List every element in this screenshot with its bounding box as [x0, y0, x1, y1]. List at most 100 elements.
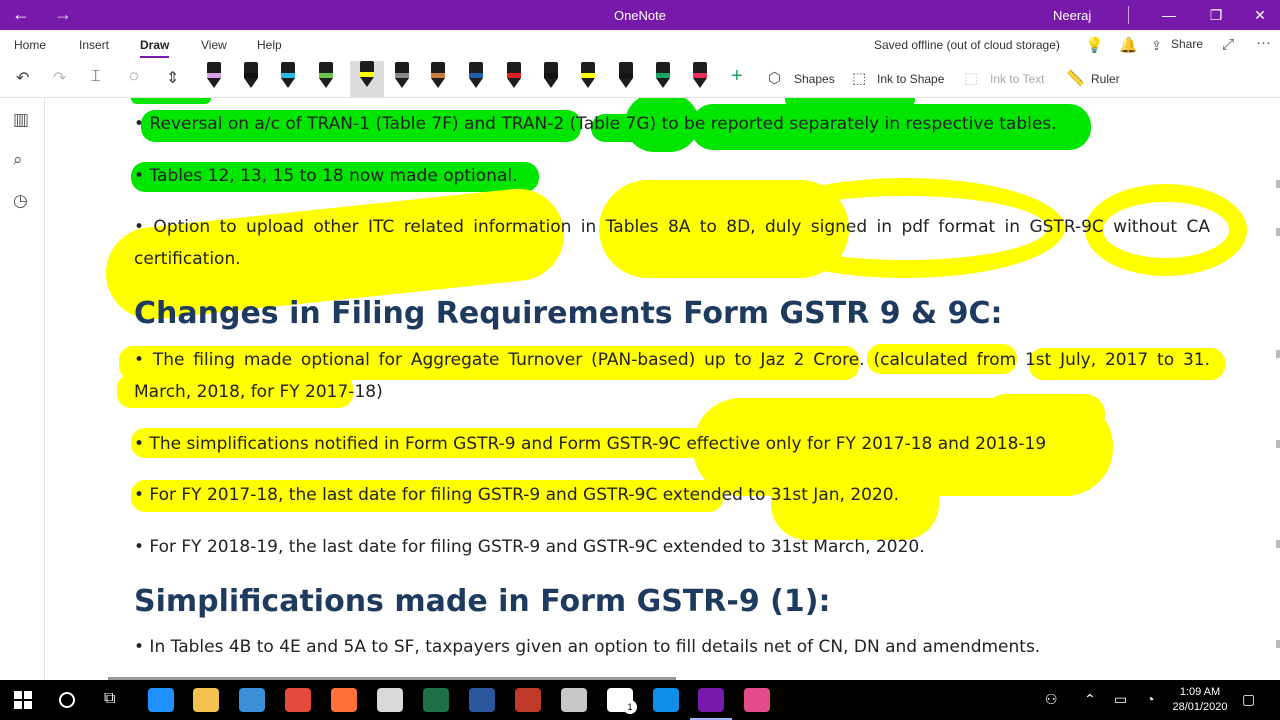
tab-view[interactable]: View [201, 38, 227, 52]
bullet-text: • Reversal on a/c of TRAN-1 (Table 7F) a… [134, 114, 1057, 134]
pen-8-icon[interactable] [466, 62, 486, 94]
app-red-icon[interactable] [515, 688, 541, 712]
tab-draw[interactable]: Draw [140, 38, 170, 58]
cortana-icon[interactable] [59, 692, 75, 708]
section-heading: Changes in Filing Requirements Form GSTR… [134, 296, 1003, 331]
notifications-icon[interactable]: ▢ [1242, 691, 1255, 708]
title-bar: ← → OneNote Neeraj — ❐ ✕ [0, 0, 1280, 30]
bullet-text: • The filing made optional for Aggregate… [134, 350, 1210, 370]
ribbon-tabs: Home Insert Draw View Help Saved offline… [0, 30, 1280, 60]
bullet-text: • For FY 2018-19, the last date for fili… [134, 537, 925, 557]
ruler-icon[interactable]: 📏 [1066, 69, 1085, 87]
expand-icon[interactable]: ⤢ [1222, 36, 1234, 53]
add-space-icon[interactable]: ⇕ [166, 68, 179, 88]
redo-icon: ↷ [53, 70, 67, 87]
bullet-text: • Tables 12, 13, 15 to 18 now made optio… [134, 166, 518, 186]
scroll-marker [1276, 540, 1280, 548]
share-icon[interactable]: ⇪ [1151, 38, 1162, 54]
green-ink-stroke [131, 98, 211, 104]
battery-icon[interactable]: ▭ [1114, 691, 1127, 708]
notebooks-icon[interactable]: ▥ [13, 110, 29, 130]
pen-2-icon[interactable] [241, 62, 261, 94]
word-icon[interactable] [469, 688, 495, 712]
page-canvas[interactable]: • Reversal on a/c of TRAN-1 (Table 7F) a… [45, 98, 1275, 680]
clock-time: 1:09 AM [1179, 686, 1221, 698]
type-select-icon[interactable]: ⌶ [91, 68, 101, 86]
ink-to-text-button: Ink to Text [990, 72, 1045, 86]
pen-12-icon[interactable] [616, 62, 636, 94]
search-icon[interactable]: ⌕ [13, 150, 23, 170]
wifi-icon[interactable]: ◔ [1146, 691, 1154, 707]
firefox-icon[interactable] [331, 688, 357, 712]
pen-14-icon[interactable] [690, 62, 710, 94]
pen-11-icon[interactable] [578, 62, 598, 94]
pen-1-icon[interactable] [204, 62, 224, 94]
title-separator [1128, 6, 1129, 24]
bullet-text-continued: certification. [134, 249, 241, 269]
teamviewer-icon[interactable] [653, 688, 679, 712]
scroll-marker [1276, 228, 1280, 236]
pen-4-icon[interactable] [316, 62, 336, 94]
app-parrot-icon[interactable] [561, 688, 587, 712]
taskbar-clock[interactable]: 1:09 AM 28/01/2020 [1167, 685, 1233, 715]
undo-icon[interactable]: ↶ [16, 68, 29, 88]
pen-3-icon[interactable] [278, 62, 298, 94]
yellow-ink-stroke [985, 394, 1105, 434]
section-heading: Simplifications made in Form GSTR-9 (1): [134, 584, 831, 619]
file-explorer-icon[interactable] [193, 688, 219, 712]
scroll-marker [1276, 640, 1280, 648]
pen-7-icon[interactable] [428, 62, 448, 94]
windows-start-icon[interactable] [14, 691, 32, 709]
lightbulb-icon[interactable]: 💡 [1085, 36, 1104, 54]
scroll-marker [1276, 180, 1280, 188]
close-button[interactable]: ✕ [1248, 4, 1272, 26]
add-pen-icon[interactable]: + [731, 65, 743, 88]
camera-icon[interactable] [744, 688, 770, 712]
tab-insert[interactable]: Insert [79, 38, 109, 52]
bullet-text: • For FY 2017-18, the last date for fili… [134, 485, 899, 505]
minimize-button[interactable]: — [1157, 4, 1181, 26]
pen-10-icon[interactable] [541, 62, 561, 94]
tray-chevron-icon[interactable]: ⌃ [1084, 691, 1096, 708]
bullet-text: • The simplifications notified in Form G… [134, 434, 1047, 454]
recent-icon[interactable]: ◷ [13, 191, 28, 211]
notebook-icon[interactable] [377, 688, 403, 712]
shapes-icon[interactable]: ⬡ [768, 69, 781, 87]
bullet-text: • Option to upload other ITC related inf… [134, 217, 1210, 237]
clock-date: 28/01/2020 [1172, 701, 1228, 713]
bell-icon[interactable]: 🔔 [1119, 36, 1138, 54]
more-options-icon[interactable]: ··· [1256, 34, 1271, 51]
edge-icon[interactable] [148, 688, 174, 712]
navigation-rail: ▥ ⌕ ◷ [0, 98, 45, 680]
sync-status[interactable]: Saved offline (out of cloud storage) [874, 38, 1060, 52]
pen-6-icon[interactable] [392, 62, 412, 94]
ruler-button[interactable]: Ruler [1091, 72, 1120, 86]
share-button[interactable]: Share [1171, 37, 1203, 51]
tab-help[interactable]: Help [257, 38, 282, 52]
bullet-text-continued: March, 2018, for FY 2017-18) [134, 382, 383, 402]
pen-13-icon[interactable] [653, 62, 673, 94]
lasso-select-icon[interactable]: ◌ [129, 68, 139, 86]
tab-home[interactable]: Home [14, 38, 46, 52]
bullet-text: • In Tables 4B to 4E and 5A to SF, taxpa… [134, 637, 1041, 657]
ink-to-shape-button[interactable]: Ink to Shape [877, 72, 944, 86]
user-name[interactable]: Neeraj [1053, 8, 1091, 23]
scroll-marker [1276, 440, 1280, 448]
mail-badge: 1 [623, 700, 637, 714]
ink-to-text-icon: ⬚ [964, 70, 979, 87]
excel-icon[interactable] [423, 688, 449, 712]
photos-icon[interactable] [239, 688, 265, 712]
green-ink-stroke [785, 98, 915, 110]
scroll-marker [1276, 350, 1280, 358]
windows-taskbar: ⧉ 1 ⚇ ⌃ ▭ ◔ 1:09 AM 28/01/2020 ▢ [0, 680, 1280, 720]
restore-button[interactable]: ❐ [1204, 4, 1228, 26]
shapes-button[interactable]: Shapes [794, 72, 835, 86]
ink-to-shape-icon[interactable]: ⬚ [852, 69, 866, 87]
draw-toolbar: ↶ ↷ ⌶ ◌ ⇕ + ⬡ Shapes ⬚ Ink to Shape ⬚ In… [0, 60, 1280, 98]
people-icon[interactable]: ⚇ [1045, 691, 1058, 708]
chrome-icon[interactable] [285, 688, 311, 712]
task-view-icon[interactable]: ⧉ [104, 690, 115, 708]
onenote-icon[interactable] [698, 688, 724, 712]
pen-5-icon[interactable] [350, 61, 384, 97]
pen-9-icon[interactable] [504, 62, 524, 94]
